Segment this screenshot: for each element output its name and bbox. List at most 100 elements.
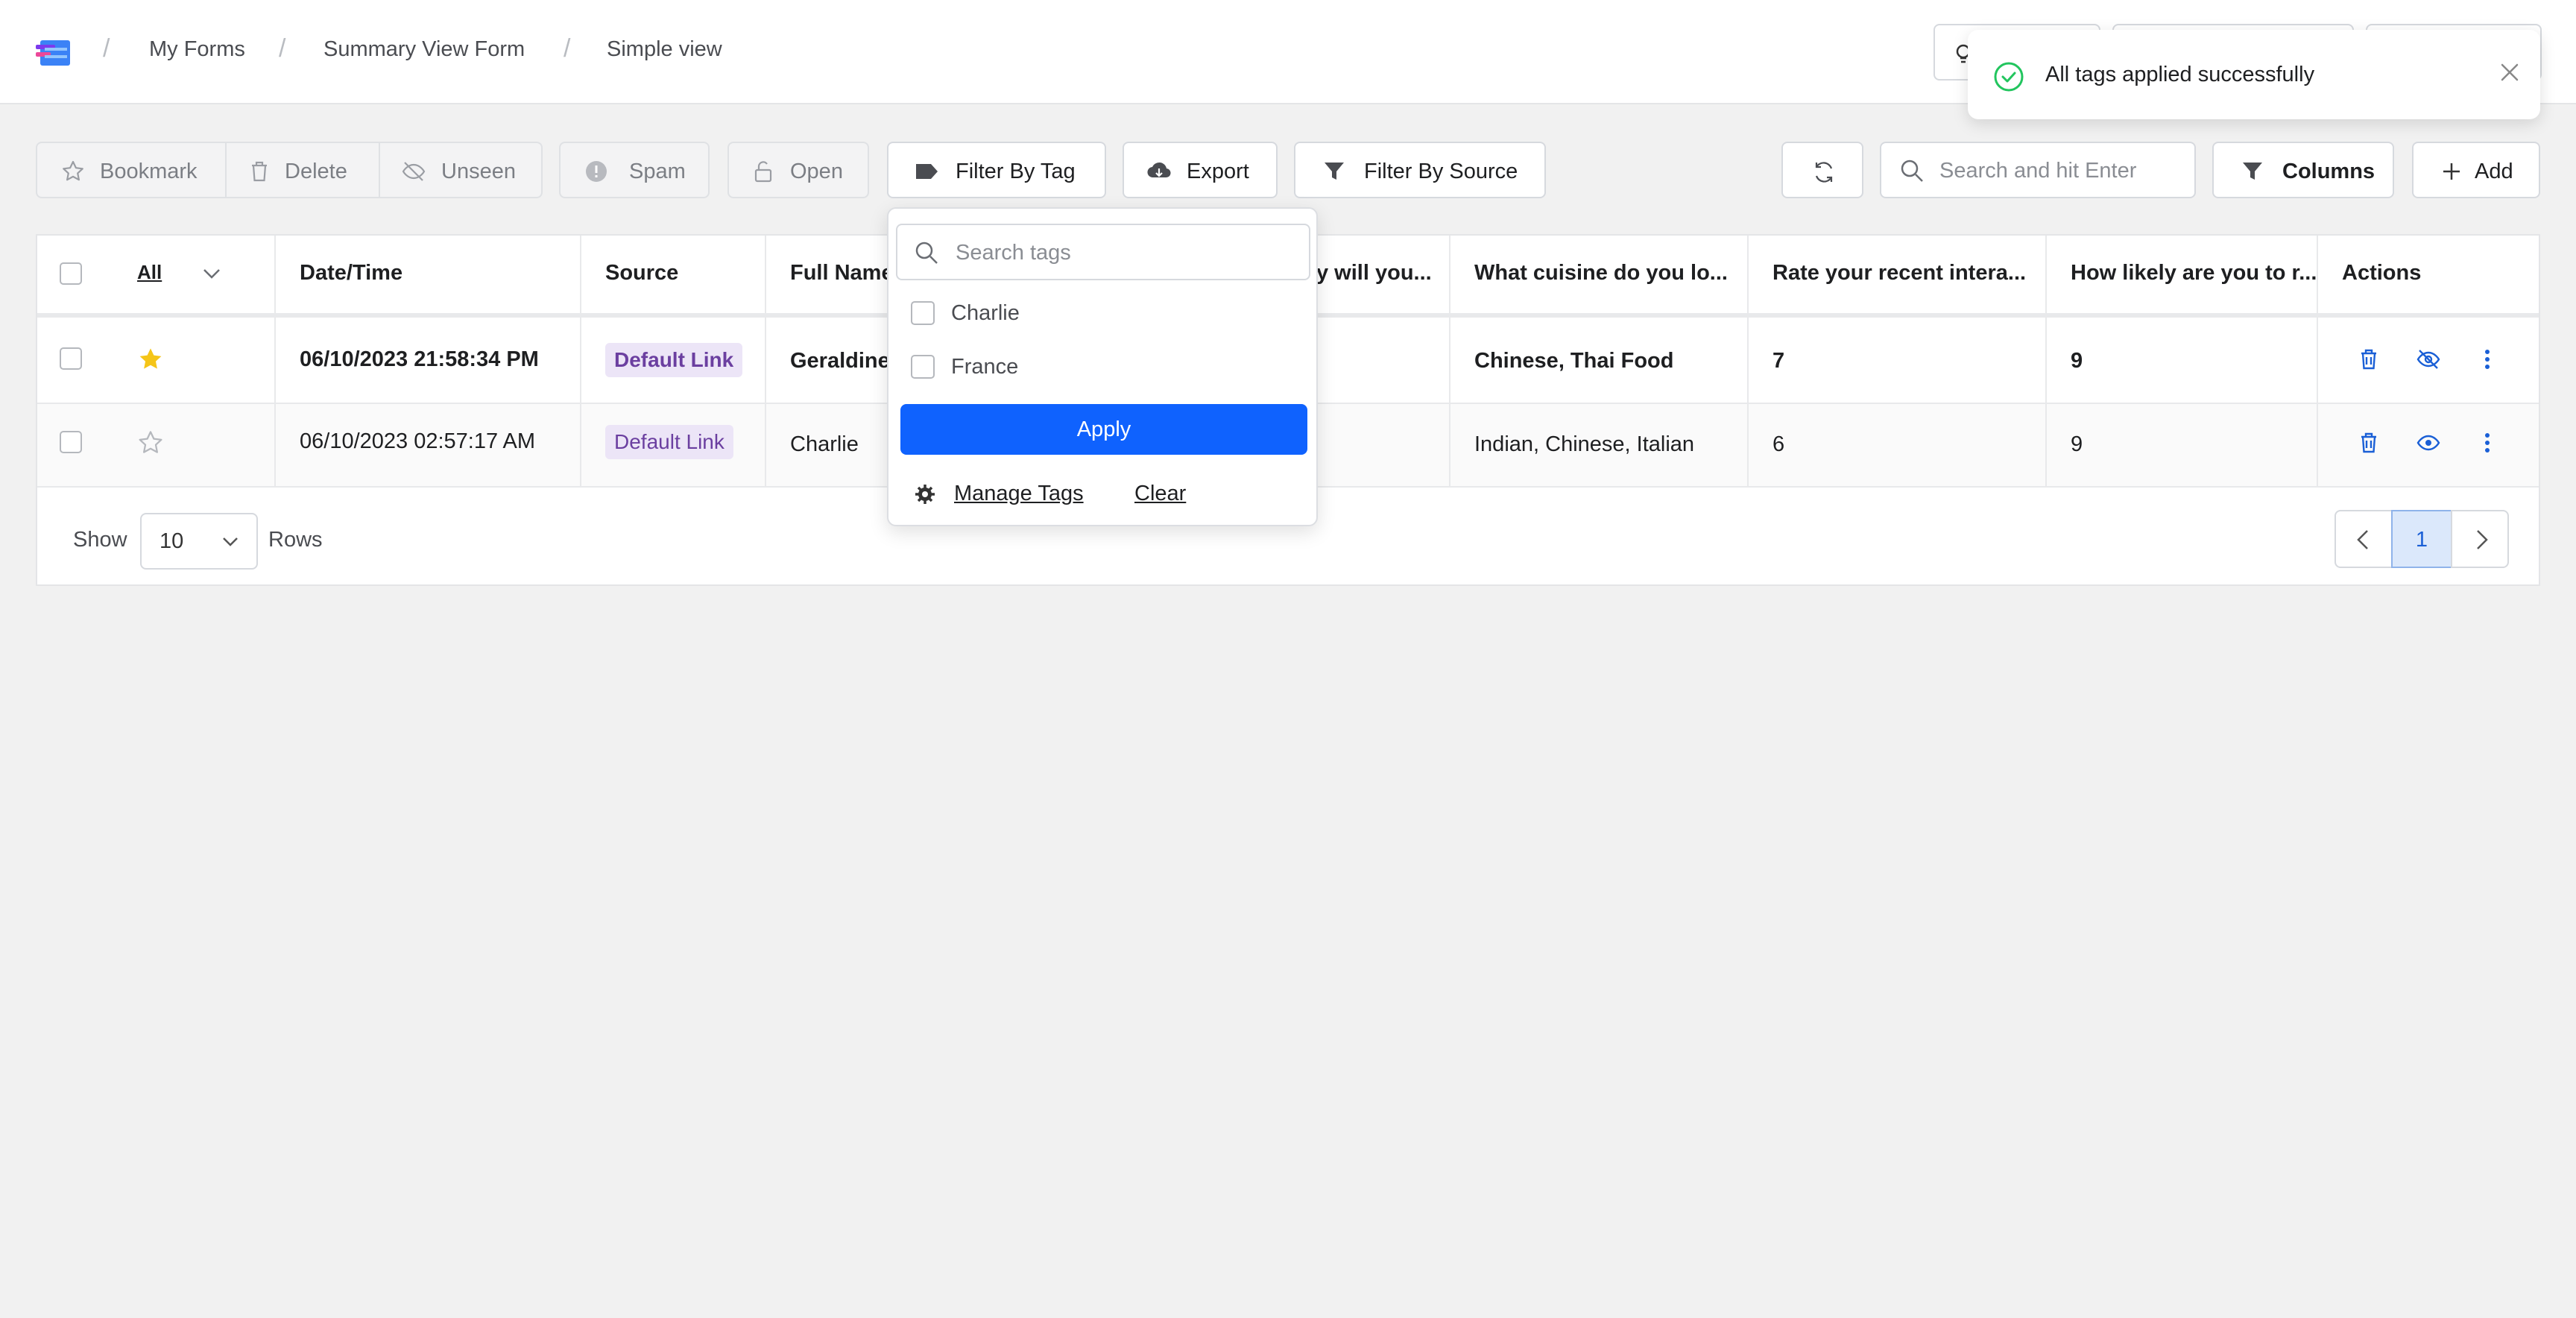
chevron-down-icon[interactable] bbox=[201, 267, 222, 282]
header-source[interactable]: Source bbox=[605, 261, 678, 286]
source-badge: Default Link bbox=[605, 425, 733, 459]
next-page-button[interactable] bbox=[2451, 510, 2509, 568]
column-divider bbox=[2045, 236, 2047, 486]
tag-filter-dropdown: Charlie France Apply Manage Tags Clear bbox=[887, 207, 1318, 526]
header-actions: Actions bbox=[2342, 261, 2422, 285]
tag-option-label: France bbox=[951, 354, 1019, 379]
row-checkbox[interactable] bbox=[60, 431, 82, 453]
cell-fullname: Geraldine bbox=[790, 349, 890, 373]
tag-search-input[interactable] bbox=[956, 239, 1298, 267]
cell-cuisine: Indian, Chinese, Italian bbox=[1474, 432, 1695, 456]
breadcrumb-separator: / bbox=[103, 34, 110, 63]
more-vertical-icon[interactable] bbox=[2484, 347, 2491, 371]
header-all[interactable]: All bbox=[137, 261, 162, 284]
bulk-actions-group: Bookmark Delete Unseen bbox=[36, 142, 543, 198]
breadcrumb-my-forms[interactable]: My Forms bbox=[149, 37, 245, 62]
refresh-icon bbox=[1815, 162, 1833, 183]
column-divider bbox=[1747, 236, 1749, 486]
rows-per-page-select[interactable]: 10 bbox=[140, 513, 258, 570]
header-cuisine[interactable]: What cuisine do you lo... bbox=[1474, 261, 1728, 286]
unseen-button[interactable]: Unseen bbox=[380, 143, 544, 197]
add-button[interactable]: Add bbox=[2412, 142, 2540, 198]
tag-checkbox[interactable] bbox=[911, 355, 935, 379]
success-toast: All tags applied successfully bbox=[1968, 30, 2540, 119]
delete-label: Delete bbox=[285, 160, 347, 183]
tag-checkbox[interactable] bbox=[911, 301, 935, 325]
breadcrumb-separator: / bbox=[279, 34, 286, 63]
filter-by-source-button[interactable]: Filter By Source bbox=[1294, 142, 1546, 198]
filter-by-source-label: Filter By Source bbox=[1364, 160, 1518, 183]
trash-icon[interactable] bbox=[2358, 431, 2379, 455]
cell-likely: 9 bbox=[2071, 349, 2083, 373]
rows-per-page-value: 10 bbox=[160, 529, 184, 553]
apply-button[interactable]: Apply bbox=[900, 404, 1307, 455]
cell-rate: 6 bbox=[1772, 432, 1785, 456]
rows-label: Rows bbox=[268, 528, 323, 552]
clear-link[interactable]: Clear bbox=[1134, 482, 1186, 506]
cell-likely: 9 bbox=[2071, 432, 2083, 456]
close-icon[interactable] bbox=[2497, 60, 2522, 85]
toast-message: All tags applied successfully bbox=[2045, 63, 2315, 86]
breadcrumb-separator: / bbox=[564, 34, 571, 63]
show-label: Show bbox=[73, 528, 127, 552]
chevron-left-icon bbox=[2357, 530, 2368, 549]
cell-fullname: Charlie bbox=[790, 432, 859, 456]
more-vertical-icon[interactable] bbox=[2484, 431, 2491, 455]
filter-by-tag-button[interactable]: Filter By Tag bbox=[887, 142, 1106, 198]
column-divider bbox=[274, 236, 276, 486]
tag-search-box bbox=[896, 224, 1310, 280]
unseen-label: Unseen bbox=[441, 160, 516, 183]
delete-button[interactable]: Delete bbox=[227, 143, 379, 197]
columns-button[interactable]: Columns bbox=[2212, 142, 2394, 198]
open-button[interactable]: Open bbox=[727, 142, 869, 198]
filter-by-tag-label: Filter By Tag bbox=[956, 160, 1076, 183]
star-filled-icon[interactable] bbox=[137, 346, 164, 373]
search-icon bbox=[1901, 160, 1923, 182]
tag-option-france[interactable]: France bbox=[911, 350, 1018, 383]
eye-icon[interactable] bbox=[2415, 431, 2442, 455]
breadcrumb-simple-view: Simple view bbox=[607, 37, 722, 61]
filter-icon bbox=[1325, 163, 1344, 180]
bookmark-button[interactable]: Bookmark bbox=[37, 143, 225, 197]
column-divider bbox=[580, 236, 581, 486]
prev-page-button[interactable] bbox=[2334, 510, 2393, 568]
manage-tags-link[interactable]: Manage Tags bbox=[954, 482, 1084, 506]
bookmark-label: Bookmark bbox=[100, 160, 198, 183]
tag-option-label: Charlie bbox=[951, 300, 1020, 325]
breadcrumb-summary-view-form[interactable]: Summary View Form bbox=[323, 37, 525, 62]
page-1-button[interactable]: 1 bbox=[2391, 510, 2452, 568]
header-fullname[interactable]: Full Name bbox=[790, 261, 894, 286]
search-input[interactable] bbox=[1939, 157, 2185, 185]
trash-icon bbox=[252, 161, 267, 182]
plus-icon bbox=[2443, 163, 2460, 180]
search-box bbox=[1880, 142, 2196, 198]
trash-icon[interactable] bbox=[2358, 347, 2379, 371]
source-badge: Default Link bbox=[605, 343, 743, 377]
unlock-icon bbox=[754, 161, 772, 183]
open-label: Open bbox=[790, 160, 843, 183]
cell-datetime: 06/10/2023 02:57:17 AM bbox=[300, 429, 536, 453]
row-checkbox[interactable] bbox=[60, 347, 82, 370]
spam-label: Spam bbox=[629, 160, 686, 183]
app-logo-icon[interactable] bbox=[34, 39, 72, 67]
gear-icon bbox=[915, 485, 935, 504]
filter-icon bbox=[2243, 163, 2262, 180]
cell-rate: 7 bbox=[1772, 349, 1785, 373]
header-likely[interactable]: How likely are you to r... bbox=[2071, 261, 2317, 286]
star-icon[interactable] bbox=[137, 429, 164, 456]
eye-off-icon[interactable] bbox=[2415, 347, 2442, 371]
export-button[interactable]: Export bbox=[1123, 142, 1278, 198]
refresh-button[interactable] bbox=[1781, 142, 1863, 198]
header-rate[interactable]: Rate your recent intera... bbox=[1772, 261, 2026, 286]
eye-off-icon bbox=[402, 162, 426, 181]
check-circle-icon bbox=[1994, 62, 2024, 92]
header-question[interactable]: y will you... bbox=[1316, 261, 1432, 286]
spam-button[interactable]: Spam bbox=[559, 142, 710, 198]
cloud-download-icon bbox=[1147, 162, 1171, 178]
header-datetime[interactable]: Date/Time bbox=[300, 261, 402, 286]
column-divider bbox=[765, 236, 766, 486]
add-label: Add bbox=[2475, 160, 2513, 183]
star-icon bbox=[63, 160, 83, 181]
select-all-checkbox[interactable] bbox=[60, 262, 82, 285]
tag-option-charlie[interactable]: Charlie bbox=[911, 297, 1020, 330]
